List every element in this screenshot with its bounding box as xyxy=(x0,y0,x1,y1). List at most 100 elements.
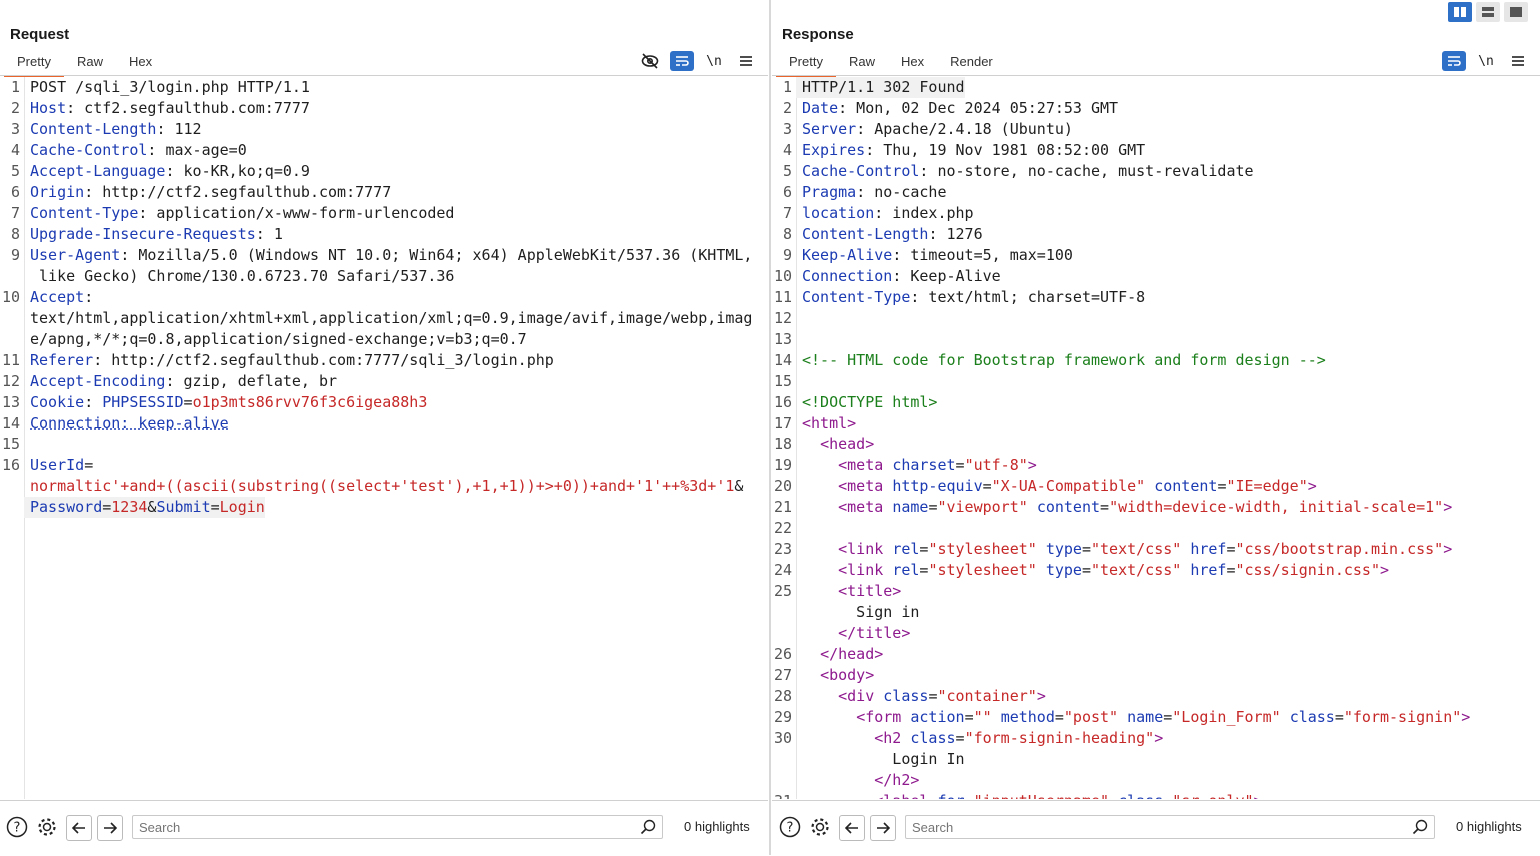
code-line[interactable]: 31 <label for="inputUsername" class="sr-… xyxy=(772,791,1540,799)
code-line[interactable]: 16 <!DOCTYPE html> xyxy=(772,392,1540,413)
code-line[interactable]: 15 xyxy=(772,371,1540,392)
code-token: "form-signin" xyxy=(1343,708,1462,726)
code-line[interactable]: 6 Pragma: no-cache xyxy=(772,182,1540,203)
wrap-icon[interactable] xyxy=(670,51,694,71)
code-line[interactable]: 16 UserId= xyxy=(0,455,768,476)
arrow-left-icon[interactable] xyxy=(839,815,865,841)
code-line[interactable]: 13 Cookie: PHPSESSID=o1p3mts86rvv76f3c6ig… xyxy=(0,392,768,413)
code-line[interactable]: 14 <!-- HTML code for Bootstrap framework… xyxy=(772,350,1540,371)
code-token: Submit xyxy=(156,498,211,516)
code-line[interactable]: 23 <link rel="stylesheet" type="text/css… xyxy=(772,539,1540,560)
code-line[interactable]: 28 <div class="container"> xyxy=(772,686,1540,707)
code-line[interactable]: 12 Accept-Encoding: gzip, deflate, br xyxy=(0,371,768,392)
code-line[interactable]: 3 Content-Length: 112 xyxy=(0,119,768,140)
tab-hex[interactable]: Hex xyxy=(116,53,165,75)
help-icon[interactable]: ? xyxy=(778,815,802,839)
code-token: HTTP/1.1 302 Found xyxy=(802,78,965,96)
code-line[interactable]: 4 Expires: Thu, 19 Nov 1981 08:52:00 GMT xyxy=(772,140,1540,161)
code-line[interactable]: like Gecko) Chrome/130.0.6723.70 Safari/… xyxy=(0,266,768,287)
code-line[interactable]: 10 Accept: xyxy=(0,287,768,308)
code-line[interactable]: 5 Accept-Language: ko-KR,ko;q=0.9 xyxy=(0,161,768,182)
code-line[interactable]: 8 Content-Length: 1276 xyxy=(772,224,1540,245)
tab-hex[interactable]: Hex xyxy=(888,53,937,75)
code-line[interactable]: 2 Host: ctf2.segfaulthub.com:7777 xyxy=(0,98,768,119)
code-line[interactable]: </h2> xyxy=(772,770,1540,791)
code-line[interactable]: 2 Date: Mon, 02 Dec 2024 05:27:53 GMT xyxy=(772,98,1540,119)
code-line[interactable]: 30 <h2 class="form-signin-heading"> xyxy=(772,728,1540,749)
code-line[interactable]: 11 Referer: http://ctf2.segfaulthub.com:7… xyxy=(0,350,768,371)
request-editor[interactable]: 1 POST /sqli_3/login.php HTTP/1.1 2 Host: c… xyxy=(0,77,768,799)
tab-raw[interactable]: Raw xyxy=(64,53,116,75)
code-line[interactable]: 5 Cache-Control: no-store, no-cache, must… xyxy=(772,161,1540,182)
code-line[interactable]: 6 Origin: http://ctf2.segfaulthub.com:777… xyxy=(0,182,768,203)
code-line[interactable]: 21 <meta name="viewport" content="width=… xyxy=(772,497,1540,518)
tab-raw[interactable]: Raw xyxy=(836,53,888,75)
gear-icon[interactable] xyxy=(35,815,59,839)
code-line[interactable]: 9 User-Agent: Mozilla/5.0 (Windows NT 10.… xyxy=(0,245,768,266)
code-line[interactable]: Password=1234&Submit=Login xyxy=(0,497,768,518)
code-line[interactable]: e/apng,*/*;q=0.8,application/signed-exch… xyxy=(0,329,768,350)
line-number: 20 xyxy=(773,477,792,495)
code-token: <div xyxy=(838,687,884,705)
code-line[interactable]: Login In xyxy=(772,749,1540,770)
split-vertical-icon[interactable] xyxy=(1448,2,1472,22)
line-text: Server: Apache/2.4.18 (Ubuntu) xyxy=(796,119,1073,140)
search-input[interactable] xyxy=(906,816,1416,838)
tab-pretty[interactable]: Pretty xyxy=(4,53,64,77)
help-icon[interactable]: ? xyxy=(5,815,29,839)
code-line[interactable]: 29 <form action="" method="post" name="L… xyxy=(772,707,1540,728)
menu-icon[interactable] xyxy=(1506,51,1530,71)
code-line[interactable]: 19 <meta charset="utf-8"> xyxy=(772,455,1540,476)
gear-icon[interactable] xyxy=(808,815,832,839)
code-line[interactable]: 20 <meta http-equiv="X-UA-Compatible" co… xyxy=(772,476,1540,497)
menu-icon[interactable] xyxy=(734,51,758,71)
eye-off-icon[interactable] xyxy=(638,51,662,71)
code-line[interactable]: 18 <head> xyxy=(772,434,1540,455)
code-line[interactable]: 9 Keep-Alive: timeout=5, max=100 xyxy=(772,245,1540,266)
code-line[interactable]: text/html,application/xhtml+xml,applicat… xyxy=(0,308,768,329)
wrap-icon[interactable] xyxy=(1442,51,1466,71)
code-token: > xyxy=(1027,456,1037,474)
tab-pretty[interactable]: Pretty xyxy=(776,53,836,77)
code-token: PHPSESSID xyxy=(102,393,184,411)
code-line[interactable]: </title> xyxy=(772,623,1540,644)
code-line[interactable]: 1 HTTP/1.1 302 Found xyxy=(772,77,1540,98)
search-icon[interactable] xyxy=(1412,819,1428,840)
single-pane-icon[interactable] xyxy=(1504,2,1528,22)
code-line[interactable]: 8 Upgrade-Insecure-Requests: 1 xyxy=(0,224,768,245)
code-line[interactable]: 12 xyxy=(772,308,1540,329)
line-text: <h2 class="form-signin-heading"> xyxy=(796,728,1163,749)
code-line[interactable]: 7 Content-Type: application/x-www-form-ur… xyxy=(0,203,768,224)
search-input[interactable] xyxy=(133,816,644,838)
code-line[interactable]: normaltic'+and+((ascii(substring((select… xyxy=(0,476,768,497)
code-line[interactable]: 1 POST /sqli_3/login.php HTTP/1.1 xyxy=(0,77,768,98)
tab-render[interactable]: Render xyxy=(937,53,1006,75)
code-line[interactable]: 24 <link rel="stylesheet" type="text/css… xyxy=(772,560,1540,581)
code-line[interactable]: 14 Connection: keep-alive xyxy=(0,413,768,434)
code-line[interactable]: 4 Cache-Control: max-age=0 xyxy=(0,140,768,161)
arrow-left-icon[interactable] xyxy=(66,815,92,841)
code-line[interactable]: 25 <title> xyxy=(772,581,1540,602)
newline-toggle[interactable]: \n xyxy=(702,51,726,71)
code-line[interactable]: 27 <body> xyxy=(772,665,1540,686)
newline-toggle[interactable]: \n xyxy=(1474,51,1498,71)
code-token: : ko-KR,ko;q=0.9 xyxy=(165,162,310,180)
search-icon[interactable] xyxy=(640,819,656,840)
code-line[interactable]: 13 xyxy=(772,329,1540,350)
arrow-right-icon[interactable] xyxy=(97,815,123,841)
line-number: 5 xyxy=(10,162,20,180)
code-line[interactable]: 15 xyxy=(0,434,768,455)
response-title: Response xyxy=(782,26,854,43)
arrow-right-icon[interactable] xyxy=(870,815,896,841)
code-line[interactable]: 26 </head> xyxy=(772,644,1540,665)
code-line[interactable]: 3 Server: Apache/2.4.18 (Ubuntu) xyxy=(772,119,1540,140)
code-line[interactable]: 11 Content-Type: text/html; charset=UTF-8 xyxy=(772,287,1540,308)
code-line[interactable]: 7 location: index.php xyxy=(772,203,1540,224)
code-line[interactable]: 10 Connection: Keep-Alive xyxy=(772,266,1540,287)
code-line[interactable]: 17 <html> xyxy=(772,413,1540,434)
response-editor[interactable]: 1 HTTP/1.1 302 Found 2 Date: Mon, 02 Dec 20… xyxy=(772,77,1540,799)
split-horizontal-icon[interactable] xyxy=(1476,2,1500,22)
code-line[interactable]: Sign in xyxy=(772,602,1540,623)
code-line[interactable]: 22 xyxy=(772,518,1540,539)
